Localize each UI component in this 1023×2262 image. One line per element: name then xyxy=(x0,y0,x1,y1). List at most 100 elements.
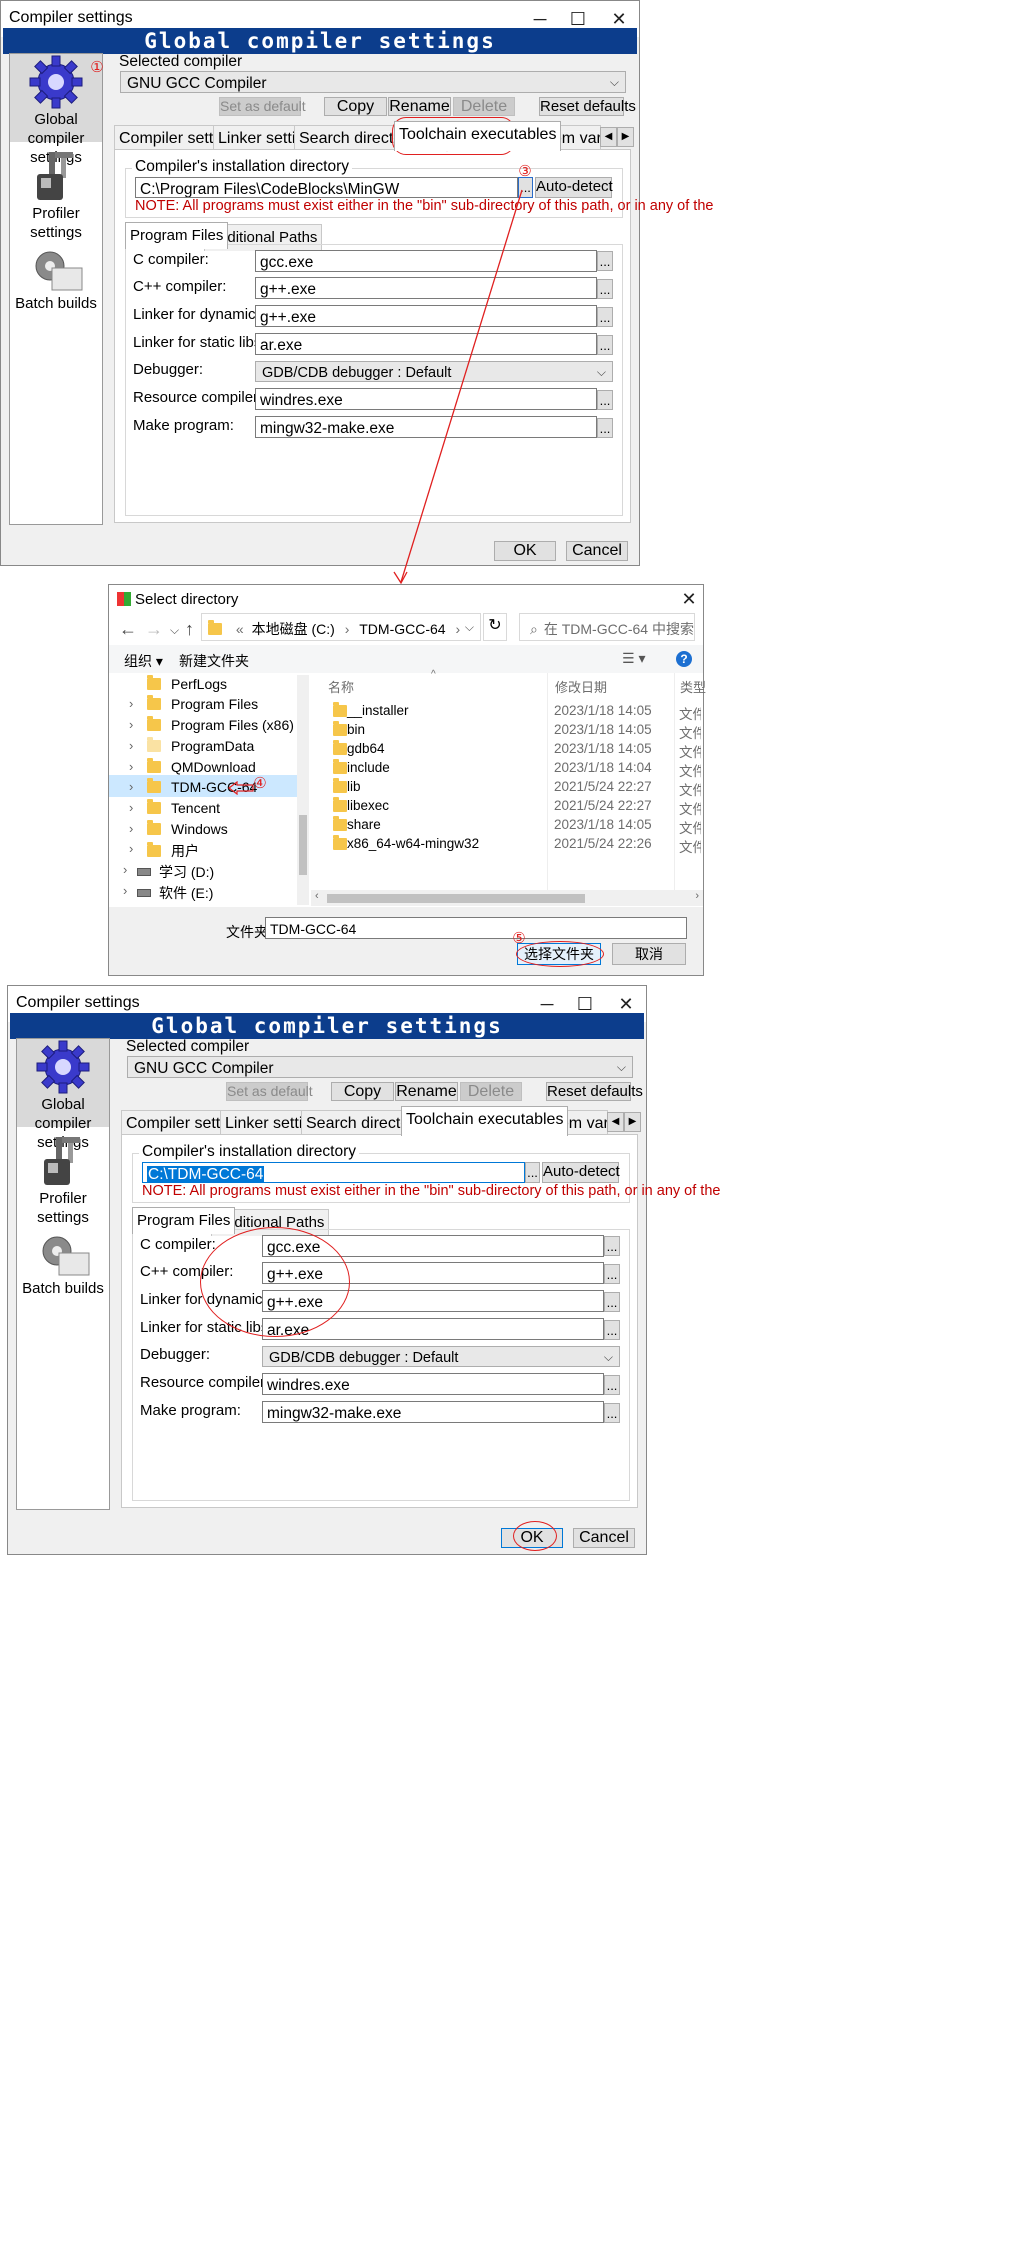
scroll-thumb[interactable] xyxy=(299,815,307,875)
folder-field[interactable]: TDM-GCC-64 xyxy=(265,917,687,939)
c-compiler-browse-button[interactable]: ... xyxy=(604,1236,620,1256)
set-as-default-button[interactable]: Set as default xyxy=(226,1082,313,1101)
tree-item[interactable]: › ProgramData xyxy=(129,737,254,754)
install-dir-input[interactable]: C:\TDM-GCC-64 xyxy=(142,1162,525,1183)
help-icon[interactable]: ? xyxy=(676,651,692,667)
file-row[interactable]: __installer2023/1/18 14:05文件夹 xyxy=(311,701,701,722)
title-bar: Select directory ✕ xyxy=(109,585,703,613)
browse-install-dir-button[interactable]: ... xyxy=(525,1162,540,1183)
expand-icon: › xyxy=(129,800,134,815)
tab-toolchain-executables[interactable]: Toolchain executables xyxy=(401,1106,569,1136)
file-row[interactable]: include2023/1/18 14:04文件夹 xyxy=(311,758,701,779)
new-folder-button[interactable]: 新建文件夹 xyxy=(179,651,249,671)
gear-icon xyxy=(36,1040,90,1094)
tree-item[interactable]: › QMDownload xyxy=(129,758,256,775)
file-row[interactable]: share2023/1/18 14:05文件夹 xyxy=(311,815,701,836)
annotation-circle-ok xyxy=(513,1521,557,1551)
folder-icon xyxy=(147,737,161,752)
cancel-button[interactable]: Cancel xyxy=(573,1528,635,1548)
refresh-button[interactable]: ↻ xyxy=(483,613,507,641)
cpp-compiler-browse-button[interactable]: ... xyxy=(604,1264,620,1284)
subtab-program-files[interactable]: Program Files xyxy=(125,222,229,249)
resource-compiler-input[interactable]: windres.exe xyxy=(262,1373,604,1395)
tree-item[interactable]: PerfLogs xyxy=(147,675,227,692)
scroll-thumb[interactable] xyxy=(327,894,585,903)
tree-item[interactable]: › Program Files xyxy=(129,695,258,712)
dynamic-linker-browse-button[interactable]: ... xyxy=(604,1292,620,1312)
organize-button[interactable]: 组织 ▾ xyxy=(124,651,163,671)
hscrollbar[interactable]: ‹ › xyxy=(311,890,703,906)
up-icon[interactable]: ↑ xyxy=(185,619,194,640)
scroll-right-icon[interactable]: › xyxy=(695,890,699,902)
sidebar-item-profiler[interactable]: Profiler settings xyxy=(17,1133,109,1226)
c-compiler-label: C compiler: xyxy=(140,1236,216,1253)
file-name: gdb64 xyxy=(347,741,385,756)
selected-compiler-label: Selected compiler xyxy=(126,1038,250,1055)
make-program-input[interactable]: mingw32-make.exe xyxy=(262,1401,604,1423)
resource-compiler-browse-button[interactable]: ... xyxy=(604,1375,620,1395)
delete-button[interactable]: Delete xyxy=(460,1082,522,1101)
file-row[interactable]: libexec2021/5/24 22:27文件夹 xyxy=(311,796,701,817)
file-date: 2023/1/18 14:05 xyxy=(554,741,652,756)
column-name[interactable]: 名称 xyxy=(328,677,354,696)
select-directory-window: Select directory ✕ ← → ⌵ ↑ « 本地磁盘 (C:) ›… xyxy=(108,584,706,976)
column-date[interactable]: 修改日期 xyxy=(555,677,607,696)
sidebar-item-batch-builds[interactable]: Batch builds xyxy=(17,1231,109,1301)
tree-item[interactable]: › 用户 xyxy=(129,841,199,861)
file-date: 2023/1/18 14:05 xyxy=(554,817,652,832)
sort-icon: ^ xyxy=(431,669,436,680)
view-options-icon[interactable]: ☰ ▾ xyxy=(622,650,645,667)
address-bar[interactable]: « 本地磁盘 (C:) › TDM-GCC-64 › ⌵ xyxy=(201,613,481,641)
search-input[interactable]: ⌕ 在 TDM-GCC-64 中搜索 xyxy=(519,613,695,641)
close-icon[interactable]: ✕ xyxy=(675,585,703,613)
sidebar: Global compiler settings Profiler settin… xyxy=(16,1038,110,1510)
copy-button[interactable]: Copy xyxy=(331,1082,394,1101)
subtab-program-files[interactable]: Program Files xyxy=(132,1207,236,1234)
sidebar-item-label: Profiler settings xyxy=(37,1190,89,1226)
folder-icon xyxy=(147,675,161,690)
auto-detect-button[interactable]: Auto-detect xyxy=(542,1162,620,1183)
resource-compiler-label: Resource compiler: xyxy=(140,1374,270,1391)
expand-icon: › xyxy=(129,821,134,836)
compiler-select[interactable]: GNU GCC Compiler ⌵ xyxy=(127,1056,633,1078)
tab-scroll-left-icon[interactable]: ◀ xyxy=(607,1112,624,1132)
tree-scrollbar[interactable] xyxy=(297,675,309,905)
file-row[interactable]: x86_64-w64-mingw32 2021/5/24 22:26 文件夹 xyxy=(311,834,701,855)
folder-icon xyxy=(333,835,347,850)
tree-item-drive[interactable]: › 软件 (E:) xyxy=(123,883,213,903)
tree-item-drive[interactable]: › 学习 (D:) xyxy=(123,862,214,882)
sidebar-item-global-compiler[interactable]: Global compiler settings xyxy=(17,1039,109,1151)
folder-icon xyxy=(333,797,347,812)
tree-item[interactable]: › Program Files (x86) xyxy=(129,716,294,733)
static-linker-browse-button[interactable]: ... xyxy=(604,1320,620,1340)
dialog-cancel-button[interactable]: 取消 xyxy=(612,943,686,965)
make-program-label: Make program: xyxy=(140,1402,241,1419)
expand-icon: › xyxy=(129,696,134,711)
folder-icon xyxy=(333,816,347,831)
drive-icon xyxy=(137,868,151,876)
reset-defaults-button[interactable]: Reset defaults xyxy=(546,1082,643,1101)
folder-icon xyxy=(147,716,161,731)
sidebar-item-label: Batch builds xyxy=(22,1280,104,1297)
tab-scroll-right-icon[interactable]: ▶ xyxy=(624,1112,641,1132)
folder-icon xyxy=(333,759,347,774)
caliper-icon xyxy=(44,1137,80,1185)
file-date: 2023/1/18 14:05 xyxy=(554,703,652,718)
scroll-left-icon[interactable]: ‹ xyxy=(315,890,319,902)
file-row[interactable]: lib2021/5/24 22:27文件夹 xyxy=(311,777,701,798)
compiler-settings-window-2: Compiler settings ─ ☐ ✕ Global compiler … xyxy=(7,985,720,1555)
tab-toolchain-executables[interactable]: Toolchain executables xyxy=(394,121,562,151)
back-icon[interactable]: ← xyxy=(119,619,137,640)
search-icon: ⌕ xyxy=(530,621,538,637)
file-row[interactable]: gdb642023/1/18 14:05文件夹 xyxy=(311,739,701,760)
banner: Global compiler settings xyxy=(10,1013,644,1039)
rename-button[interactable]: Rename xyxy=(395,1082,458,1101)
debugger-select[interactable]: GDB/CDB debugger : Default ⌵ xyxy=(262,1346,620,1367)
tree-item[interactable]: › Windows xyxy=(129,820,228,837)
make-program-browse-button[interactable]: ... xyxy=(604,1403,620,1423)
tree-item[interactable]: › Tencent xyxy=(129,799,220,816)
column-type[interactable]: 类型 xyxy=(680,677,706,696)
file-row[interactable]: bin2023/1/18 14:05文件夹 xyxy=(311,720,701,741)
forward-icon[interactable]: → xyxy=(145,619,163,640)
recent-chevron-icon[interactable]: ⌵ xyxy=(170,623,179,638)
